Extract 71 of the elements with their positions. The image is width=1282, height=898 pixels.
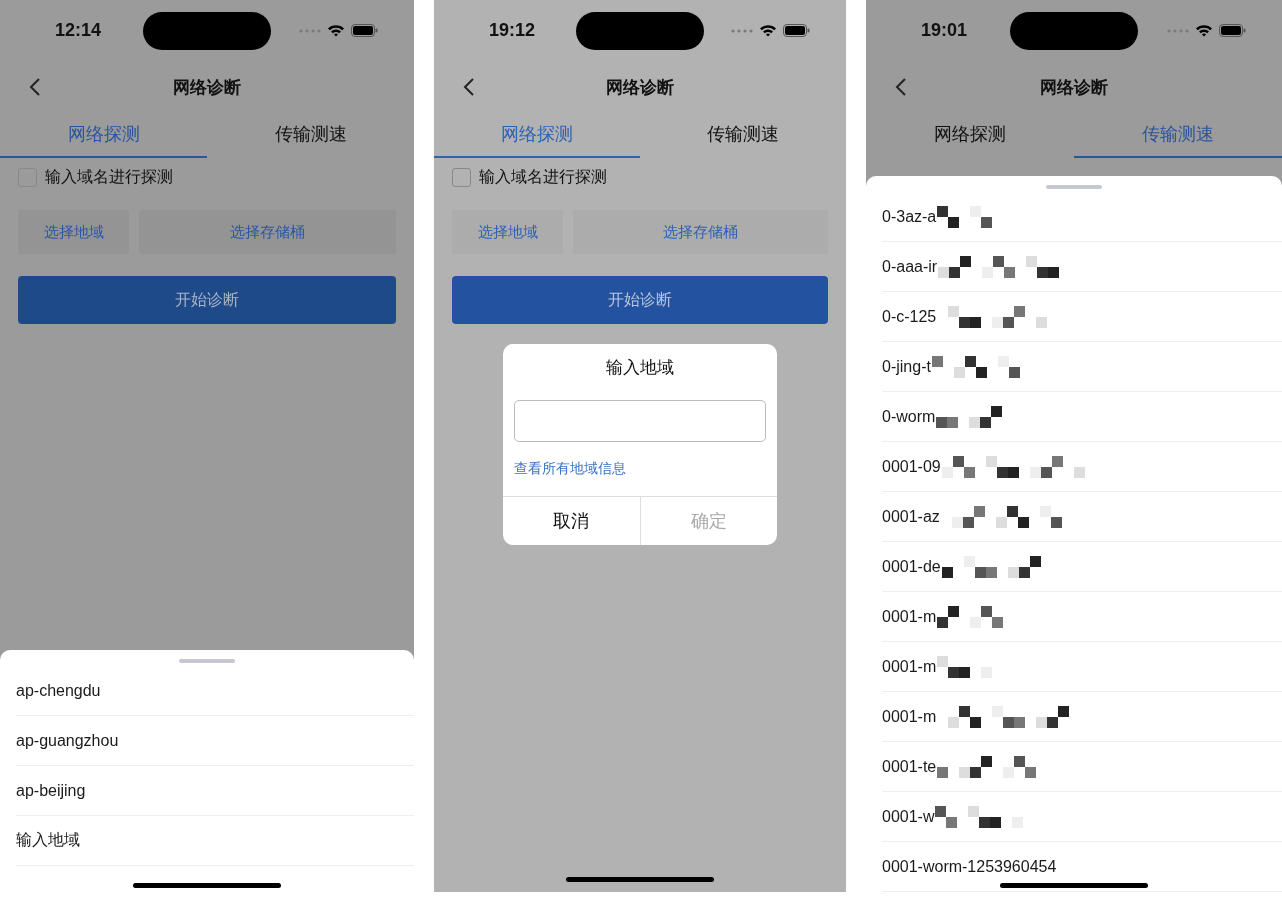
status-time: 12:14	[55, 20, 102, 41]
tab[interactable]: 传输测速	[207, 112, 414, 158]
back-chevron-icon[interactable]	[29, 77, 41, 97]
list-row[interactable]: 0-3az-a	[882, 192, 1282, 242]
list-row[interactable]: 0001-09	[882, 442, 1282, 492]
wifi-icon	[759, 24, 777, 37]
redaction-mosaic	[936, 405, 1003, 428]
sheet-handle[interactable]	[179, 659, 235, 663]
list-row[interactable]: 输入地域	[16, 816, 414, 866]
status-time: 19:01	[921, 20, 968, 41]
page-title: 网络诊断	[606, 76, 674, 99]
checkbox[interactable]	[452, 167, 471, 187]
list-row[interactable]: 0-jing-t	[882, 342, 1282, 392]
battery-icon	[1219, 24, 1246, 37]
status-time: 19:12	[489, 20, 536, 41]
checkbox-label: 输入域名进行探测	[479, 166, 607, 187]
list-row[interactable]: 0001-te	[882, 742, 1282, 792]
list-item-label: 0-3az-a	[882, 207, 937, 226]
tab[interactable]: 传输测速	[640, 112, 846, 158]
list-row[interactable]: 0001-az	[882, 492, 1282, 542]
redaction-mosaic	[937, 205, 993, 228]
list-item-label: 0001-m	[882, 657, 937, 676]
list-row[interactable]: ap-chengdu	[16, 666, 414, 716]
input-field[interactable]	[514, 400, 766, 442]
dialog-title: 输入地域	[605, 357, 675, 379]
list-row[interactable]: 0001-w	[882, 792, 1282, 842]
list-item-label: ap-chengdu	[16, 681, 101, 700]
list-row[interactable]: 0001-m	[882, 592, 1282, 642]
signal-dots-icon	[1167, 28, 1189, 33]
list-item-label: 0001-de	[882, 557, 941, 576]
list-item-label: 0-worm	[882, 407, 936, 426]
wifi-icon	[1195, 24, 1213, 37]
page-title: 网络诊断	[1040, 76, 1108, 99]
list-item-label: ap-beijing	[16, 781, 86, 800]
list-item-label: 0001-m	[882, 607, 937, 626]
list-row[interactable]: 0001-m	[882, 642, 1282, 692]
back-chevron-icon[interactable]	[463, 77, 475, 97]
list-item-label: 0-aaa-ir	[882, 257, 938, 276]
page-title: 网络诊断	[173, 76, 241, 99]
list-item-label: 0001-m	[882, 707, 937, 726]
redaction-mosaic	[937, 605, 1004, 628]
list-item-label: 0-jing-t	[882, 357, 931, 376]
list-row[interactable]: ap-guangzhou	[16, 716, 414, 766]
list-item-label: 0001-te	[882, 757, 937, 776]
tab[interactable]: 网络探测	[866, 112, 1074, 158]
list-row[interactable]: 0-c-125	[882, 292, 1282, 342]
list-row[interactable]: 0001-m	[882, 692, 1282, 742]
list-row[interactable]: 0-aaa-ir	[882, 242, 1282, 292]
list-row[interactable]: 0-worm	[882, 392, 1282, 442]
dialog-button[interactable]: 取消	[503, 497, 640, 545]
list-row[interactable]: 0001-de	[882, 542, 1282, 592]
sheet-handle[interactable]	[1046, 185, 1102, 189]
start-diagnosis-button[interactable]: 开始诊断	[18, 276, 396, 324]
list-item-label: 0001-az	[882, 507, 940, 526]
list-item-label: 输入地域	[16, 830, 80, 850]
list-row[interactable]: ap-beijing	[16, 766, 414, 816]
list-item-label: ap-guangzhou	[16, 731, 119, 750]
signal-dots-icon	[299, 28, 321, 33]
battery-icon	[351, 24, 378, 37]
list-item-label: 0001-09	[882, 457, 941, 476]
battery-icon	[783, 24, 810, 37]
wifi-icon	[327, 24, 345, 37]
list-item-label: 0001-w	[882, 807, 935, 826]
view-all-regions-link[interactable]: 查看所有地域信息	[514, 460, 626, 478]
list-item-label: 0001-worm-1253960454	[882, 857, 1057, 876]
signal-dots-icon	[731, 28, 753, 33]
list-item-label: 0-c-125	[882, 307, 937, 326]
checkbox-label: 输入域名进行探测	[45, 166, 173, 187]
start-diagnosis-button[interactable]: 开始诊断	[452, 276, 828, 324]
back-chevron-icon[interactable]	[895, 77, 907, 97]
redaction-mosaic	[937, 655, 993, 678]
